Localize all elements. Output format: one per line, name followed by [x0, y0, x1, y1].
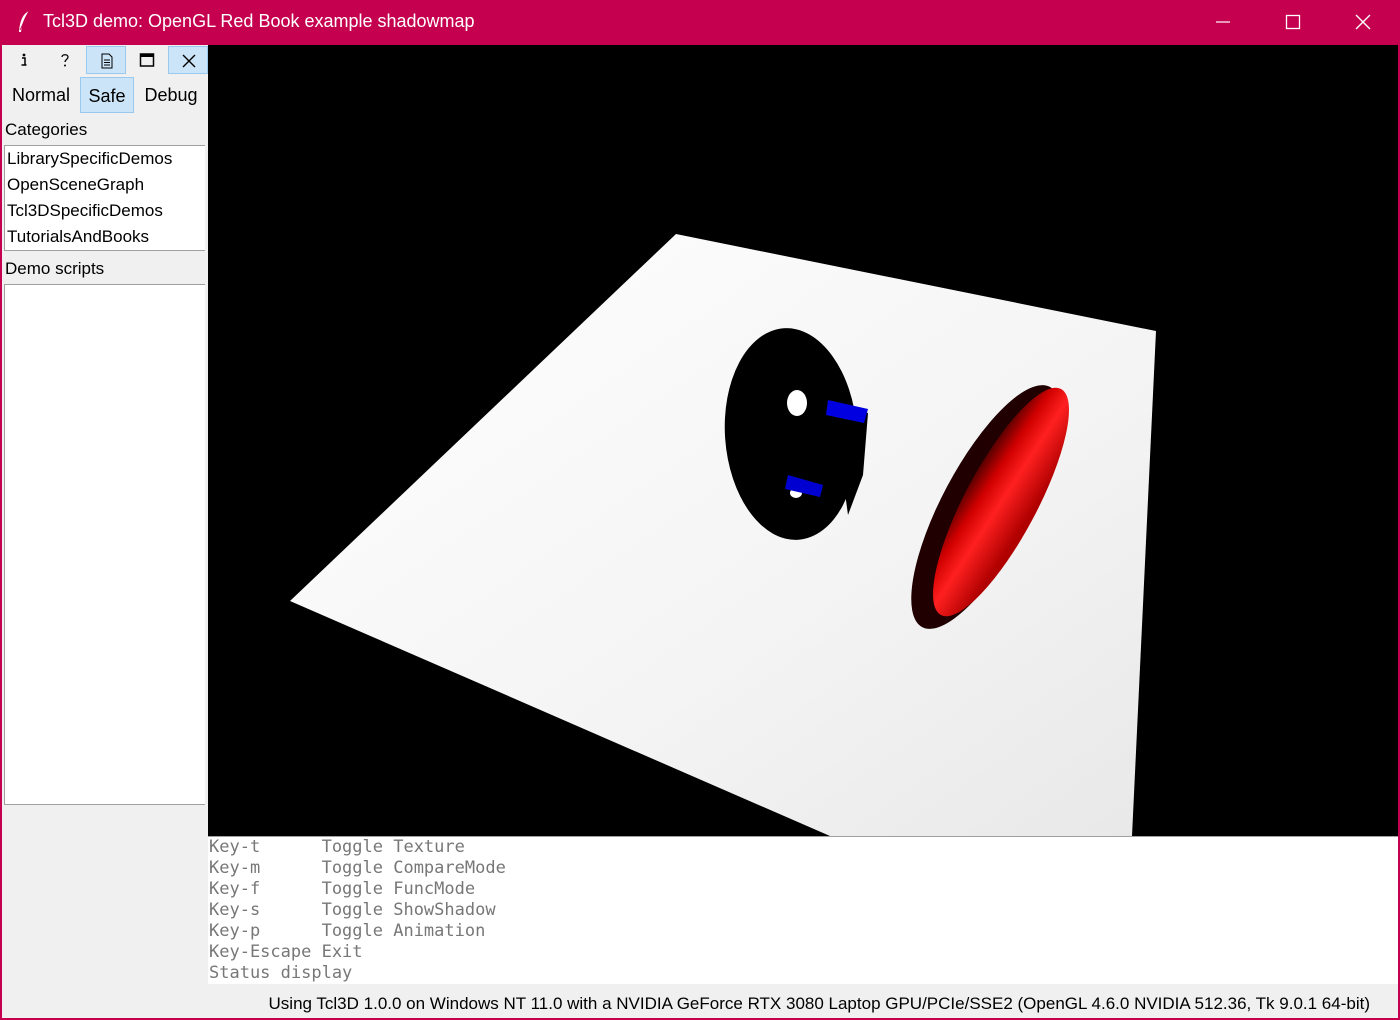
mode-normal-button[interactable]: Normal — [6, 77, 76, 113]
feather-icon — [16, 10, 32, 34]
source-button[interactable] — [86, 46, 126, 74]
status-bar: Using Tcl3D 1.0.0 on Windows NT 11.0 wit… — [268, 994, 1370, 1013]
demo-scripts-list[interactable] — [4, 284, 205, 805]
console-line: Key-f Toggle FuncMode — [209, 879, 476, 899]
category-item[interactable]: Tcl3DSpecificDemos — [5, 198, 205, 224]
title-bar[interactable]: Tcl3D demo: OpenGL Red Book example shad… — [0, 0, 1400, 45]
minimize-icon — [1216, 21, 1230, 23]
opengl-viewport[interactable] — [208, 45, 1398, 836]
info-button[interactable] — [4, 46, 44, 74]
console-line: Key-Escape Exit — [209, 942, 363, 962]
mode-debug-button[interactable]: Debug — [136, 77, 206, 113]
console-line: Key-t Toggle Texture — [209, 837, 465, 857]
close-button[interactable] — [1328, 0, 1398, 45]
console-line: Key-s Toggle ShowShadow — [209, 900, 496, 920]
maximize-button[interactable] — [1258, 0, 1328, 45]
categories-list[interactable]: LibrarySpecificDemos OpenSceneGraph Tcl3… — [4, 145, 205, 251]
help-icon — [61, 54, 69, 67]
help-button[interactable] — [45, 46, 85, 74]
fullscreen-button[interactable] — [127, 46, 167, 74]
maximize-icon — [1285, 14, 1301, 30]
fullscreen-icon — [139, 53, 155, 67]
source-icon — [101, 53, 113, 69]
console-line: Status display — [209, 963, 353, 983]
category-item[interactable]: OpenSceneGraph — [5, 172, 205, 198]
close-icon — [1355, 14, 1371, 30]
category-item[interactable]: LibrarySpecificDemos — [5, 146, 205, 172]
console-line: Key-p Toggle Animation — [209, 921, 486, 941]
info-console[interactable]: Key-t Toggle Texture Key-m Toggle Compar… — [208, 836, 1398, 984]
exit-icon — [182, 54, 196, 68]
ground-plane — [290, 234, 1156, 836]
demo-scripts-label: Demo scripts — [5, 259, 105, 278]
mode-safe-button[interactable]: Safe — [80, 77, 134, 113]
client-area: Normal Safe Debug Categories LibrarySpec… — [2, 45, 1398, 1018]
exit-button[interactable] — [168, 46, 208, 74]
info-icon — [21, 53, 27, 66]
window-title: Tcl3D demo: OpenGL Red Book example shad… — [43, 11, 475, 31]
categories-label: Categories — [5, 120, 88, 139]
category-item[interactable]: TutorialsAndBooks — [5, 224, 205, 250]
minimize-button[interactable] — [1188, 0, 1258, 45]
console-line: Key-m Toggle CompareMode — [209, 858, 506, 878]
